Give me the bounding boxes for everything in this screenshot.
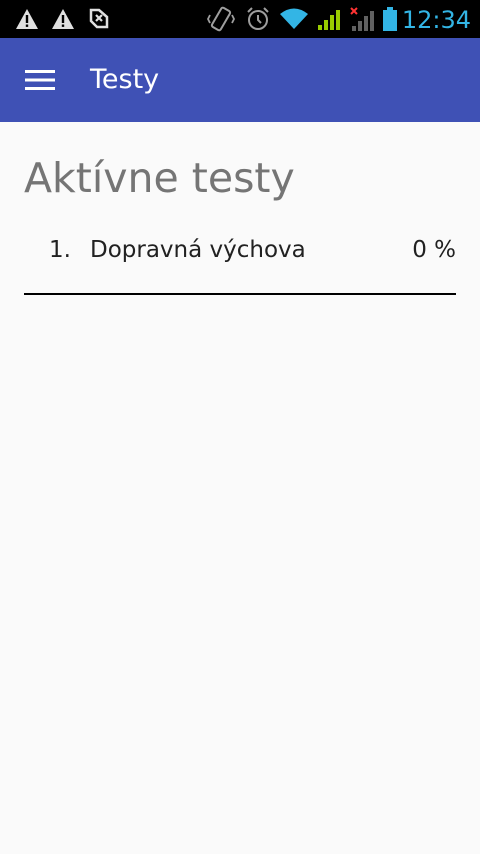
wifi-icon [278, 0, 310, 38]
vibrate-icon [206, 0, 236, 38]
alarm-icon [244, 0, 272, 38]
status-clock: 12:34 [401, 6, 471, 34]
app-bar: Testy [0, 38, 480, 122]
test-list-item[interactable]: 1. Dopravná výchova 0 % [24, 228, 456, 272]
menu-button[interactable] [12, 52, 68, 108]
app-title: Testy [90, 64, 160, 95]
status-bar: 12:34 [0, 0, 480, 38]
developer-icon [86, 0, 112, 38]
signal-no-service-icon [348, 0, 376, 38]
section-title: Aktívne testy [24, 154, 295, 202]
warning-icon [50, 0, 76, 38]
warning-icon [14, 0, 40, 38]
test-index: 1. [49, 237, 71, 263]
signal-icon [316, 0, 342, 38]
test-progress: 0 % [412, 237, 456, 263]
main-content: Aktívne testy 1. Dopravná výchova 0 % [0, 122, 480, 854]
hamburger-menu-icon [25, 70, 55, 90]
battery-icon [380, 0, 400, 38]
test-name: Dopravná výchova [90, 237, 306, 263]
divider [24, 293, 456, 295]
